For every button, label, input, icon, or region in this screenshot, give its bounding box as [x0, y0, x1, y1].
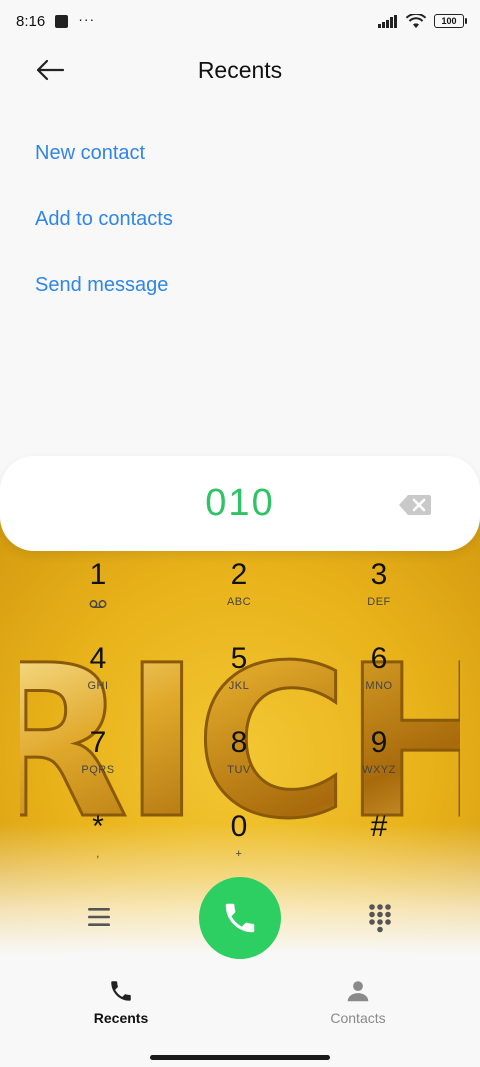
key-letters: DEF [367, 596, 391, 608]
battery-icon: 100 [434, 14, 467, 28]
dialer-bottom-actions [0, 875, 480, 960]
key-digit: 9 [370, 726, 388, 759]
wifi-icon [406, 13, 426, 28]
key-letters: TUV [227, 764, 251, 776]
dialpad-icon[interactable] [368, 903, 392, 933]
key-7[interactable]: 7 PQRS [28, 723, 168, 803]
signal-icon [378, 14, 397, 28]
key-letters: PQRS [81, 764, 115, 776]
key-digit: 6 [370, 642, 388, 675]
dialed-number: 010 [205, 482, 275, 524]
key-digit: 2 [230, 558, 248, 591]
back-arrow-icon [36, 59, 65, 81]
menu-icon[interactable] [86, 905, 112, 929]
key-digit: 5 [230, 642, 248, 675]
number-actions: New contact Add to contacts Send message [35, 120, 173, 318]
header: Recents [0, 42, 480, 98]
number-display: 010 [0, 456, 480, 551]
key-4[interactable]: 4 GHI [28, 639, 168, 719]
status-time: 8:16 [16, 12, 46, 30]
key-letters: WXYZ [362, 764, 396, 776]
backspace-icon[interactable] [398, 494, 432, 516]
nav-contacts-label: Contacts [330, 1010, 386, 1026]
key-letters: JKL [228, 680, 250, 692]
key-6[interactable]: 6 MNO [309, 639, 449, 719]
key-digit: * [92, 810, 104, 843]
key-letters: + [235, 848, 243, 860]
status-bar: 8:16 ··· 100 [0, 0, 480, 42]
more-notifications-icon: ··· [78, 11, 96, 27]
nav-contacts[interactable]: Contacts [298, 978, 418, 1026]
call-button[interactable] [199, 877, 281, 959]
key-letters: , [96, 848, 100, 860]
key-digit: # [370, 810, 388, 843]
key-digit: 7 [89, 726, 107, 759]
key-8[interactable]: 8 TUV [169, 723, 309, 803]
key-digit: 3 [370, 558, 388, 591]
voicemail-icon [89, 600, 107, 608]
key-digit: 0 [230, 810, 248, 843]
dial-keypad: 1 2 ABC 3 DEF 4 GHI 5 JKL 6 MNO 7 PQRS 8… [0, 555, 480, 865]
add-to-contacts-link[interactable]: Add to contacts [35, 186, 173, 252]
page-title: Recents [197, 56, 283, 83]
key-letters: ABC [226, 596, 252, 608]
phone-icon [111, 981, 131, 1001]
key-9[interactable]: 9 WXYZ [309, 723, 449, 803]
key-1[interactable]: 1 [28, 555, 168, 635]
key-letters: MNO [365, 680, 393, 692]
person-icon [347, 981, 369, 1002]
key-5[interactable]: 5 JKL [169, 639, 309, 719]
nav-recents-label: Recents [93, 1010, 149, 1026]
key-digit: 8 [230, 726, 248, 759]
back-button[interactable] [30, 54, 70, 86]
key-2[interactable]: 2 ABC [169, 555, 309, 635]
notification-app-icon [55, 14, 69, 28]
bottom-nav: Recents Contacts [0, 968, 480, 1038]
new-contact-link[interactable]: New contact [35, 120, 173, 186]
key-digit: 4 [89, 642, 107, 675]
key-3[interactable]: 3 DEF [309, 555, 449, 635]
phone-icon [225, 903, 255, 933]
home-indicator[interactable] [150, 1055, 330, 1060]
key-letters: GHI [87, 680, 109, 692]
key-digit: 1 [89, 558, 107, 591]
nav-recents[interactable]: Recents [61, 978, 181, 1026]
send-message-link[interactable]: Send message [35, 252, 173, 318]
